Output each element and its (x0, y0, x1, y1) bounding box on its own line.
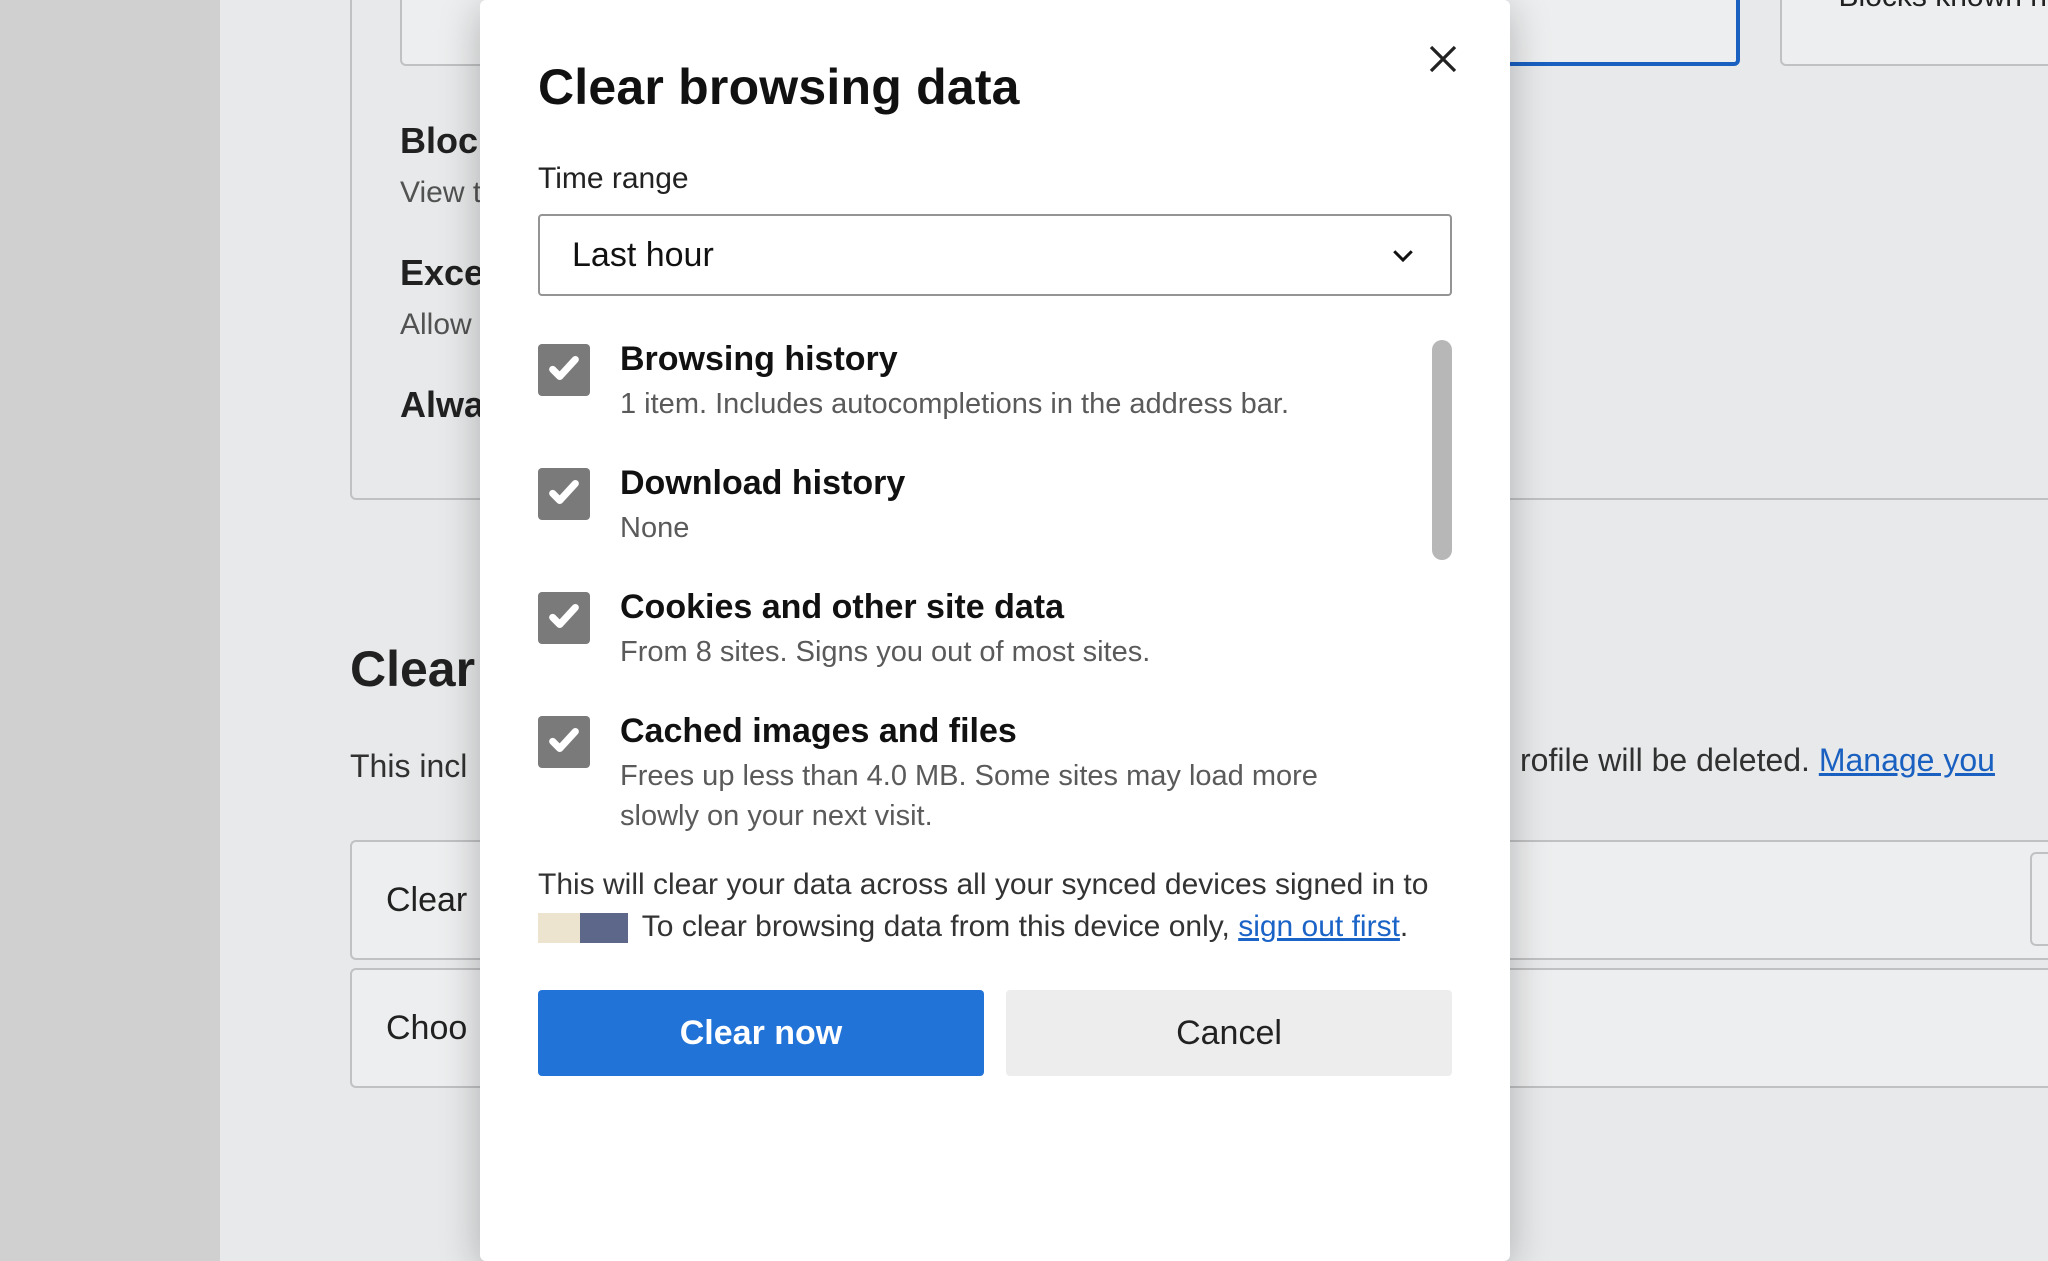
sync-warning-text: This will clear your data across all you… (538, 860, 1452, 990)
option-label: Download history (620, 464, 905, 509)
sync-note-end: . (1400, 910, 1408, 943)
time-range-label: Time range (538, 162, 1452, 214)
option-label: Browsing history (620, 340, 1289, 385)
time-range-select[interactable]: Last hour (538, 214, 1452, 296)
options-scrollbar[interactable] (1432, 340, 1452, 560)
close-icon (1425, 41, 1461, 82)
right-button-placeholder (2030, 852, 2048, 946)
redacted-account-2 (580, 913, 628, 943)
clear-data-body-prefix: This incl (350, 748, 467, 784)
cancel-button[interactable]: Cancel (1006, 990, 1452, 1076)
option-desc: From 8 sites. Signs you out of most site… (620, 633, 1150, 672)
clear-now-button[interactable]: Clear now (538, 990, 984, 1076)
option-desc: 1 item. Includes autocompletions in the … (620, 385, 1289, 424)
clear-data-section-title: Clear (350, 640, 475, 698)
clear-browsing-data-dialog: Clear browsing data Time range Last hour… (480, 0, 1510, 1261)
redacted-account-1 (538, 913, 580, 943)
check-icon (547, 351, 581, 390)
dialog-title: Clear browsing data (538, 34, 1452, 162)
option-cached-files: Cached images and files Frees up less th… (538, 712, 1412, 845)
option-desc: None (620, 509, 905, 548)
checkbox-cached-files[interactable] (538, 716, 590, 768)
option-cookies: Cookies and other site data From 8 sites… (538, 588, 1412, 712)
option-label: Cookies and other site data (620, 588, 1150, 633)
data-type-list: Browsing history 1 item. Includes autoco… (538, 340, 1452, 860)
manage-profile-link[interactable]: Manage you (1819, 742, 1995, 778)
close-button[interactable] (1412, 30, 1474, 92)
sync-note-part1: This will clear your data across all you… (538, 868, 1428, 901)
sync-note-part2: To clear browsing data from this device … (642, 910, 1238, 943)
check-icon (547, 475, 581, 514)
option-desc: Frees up less than 4.0 MB. Some sites ma… (620, 757, 1350, 835)
chevron-down-icon (1388, 240, 1418, 270)
option-download-history: Download history None (538, 464, 1412, 588)
check-icon (547, 723, 581, 762)
row-label: Choo (386, 1009, 467, 1048)
time-range-value: Last hour (572, 236, 714, 275)
option-label: Cached images and files (620, 712, 1350, 757)
checkbox-cookies[interactable] (538, 592, 590, 644)
row-label: Clear (386, 881, 467, 920)
dialog-button-row: Clear now Cancel (538, 990, 1452, 1076)
checkbox-download-history[interactable] (538, 468, 590, 520)
option-browsing-history: Browsing history 1 item. Includes autoco… (538, 340, 1412, 464)
checkbox-browsing-history[interactable] (538, 344, 590, 396)
sign-out-link[interactable]: sign out first (1238, 910, 1400, 943)
check-icon (547, 599, 581, 638)
clear-data-body-mid: rofile will be deleted. (1520, 742, 1819, 778)
